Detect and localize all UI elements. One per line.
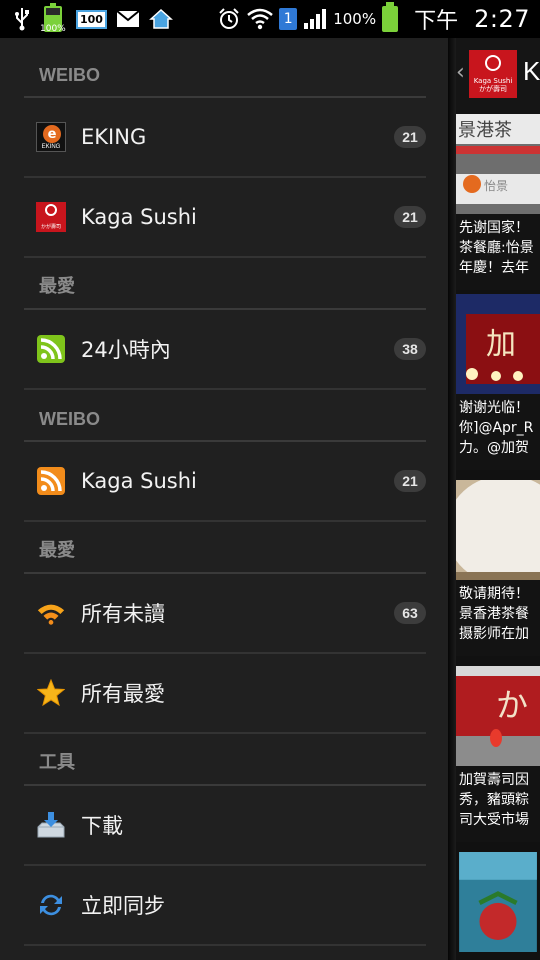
- card-image: 景港茶 怡景: [456, 114, 540, 214]
- section-header-tools: 工具: [24, 734, 426, 786]
- sync-icon: [36, 890, 66, 920]
- section-header-label: 工具: [39, 752, 75, 772]
- card-image: か: [456, 666, 540, 766]
- mail-icon: [116, 11, 139, 27]
- usb-icon: [14, 7, 30, 31]
- svg-text:景港茶: 景港茶: [458, 120, 512, 141]
- feed-content-pane[interactable]: ‹ Kaga Sushi かが壽司 K 景港茶 怡景 先谢国家！ 茶餐廳:怡景 年…: [456, 38, 540, 960]
- card-image: 加: [456, 294, 540, 394]
- drawer-item-eking[interactable]: e EKING EKING 21: [24, 98, 426, 178]
- unread-count-badge: 21: [394, 206, 426, 228]
- drawer-item-download[interactable]: 下載: [24, 786, 426, 866]
- section-header-favorites: 最愛: [24, 258, 426, 310]
- pane-title: K: [523, 56, 540, 86]
- caption-line: 秀，豬頭粽: [459, 792, 529, 808]
- caption-line: 谢谢光临！: [459, 400, 529, 416]
- battery-small-pct: 100%: [40, 24, 66, 34]
- unread-count-badge: 21: [394, 126, 426, 148]
- pane-action-bar: ‹ Kaga Sushi かが壽司 K: [456, 38, 540, 110]
- drawer-item-label: 下載: [81, 814, 123, 838]
- drawer-item-label: EKING: [81, 125, 147, 149]
- section-header-weibo-2: WEIBO: [24, 390, 426, 442]
- caption-line: 茶餐廳:怡景: [459, 240, 534, 256]
- card-caption: 先谢国家！ 茶餐廳:怡景 年慶！去年: [456, 214, 540, 290]
- ampm-label: 下午: [414, 9, 459, 34]
- clock: 2:27: [474, 5, 530, 33]
- drawer-item-label: Kaga Sushi: [81, 469, 197, 493]
- rss-orange-icon: [36, 466, 66, 496]
- home-icon: [149, 8, 173, 30]
- svg-text:か: か: [496, 686, 528, 724]
- drawer-item-label: 24小時內: [81, 338, 171, 362]
- card-caption: 加賀壽司因 秀，豬頭粽 司大受市場: [456, 766, 540, 842]
- alarm-icon: [217, 7, 241, 31]
- drawer-item-label: 立即同步: [81, 894, 165, 918]
- drawer-item-label: 所有最愛: [81, 682, 165, 706]
- drawer-item-all-favorites[interactable]: 所有最愛: [24, 654, 426, 734]
- download-icon: [36, 810, 66, 840]
- drawer-item-kaga-sushi-feed[interactable]: Kaga Sushi 21: [24, 442, 426, 522]
- caption-line: 年慶！去年: [459, 260, 529, 276]
- section-header-label: WEIBO: [39, 409, 100, 429]
- battery-icon: [382, 2, 399, 32]
- hundred-badge-icon: 100: [76, 9, 107, 29]
- section-header-label: 最愛: [39, 540, 75, 560]
- feed-card[interactable]: 景港茶 怡景 先谢国家！ 茶餐廳:怡景 年慶！去年: [456, 114, 540, 294]
- kaga-sushi-logo-icon[interactable]: Kaga Sushi かが壽司: [469, 50, 517, 98]
- unread-count-badge: 63: [394, 602, 426, 624]
- drawer-item-label: Kaga Sushi: [81, 205, 197, 229]
- unread-feed-icon: [36, 598, 66, 628]
- signal-icon: [303, 8, 327, 30]
- caption-line: 先谢国家！: [459, 220, 529, 236]
- rss-green-icon: [36, 334, 66, 364]
- star-icon: [36, 678, 66, 708]
- drawer-shadow: [448, 38, 456, 960]
- svg-text:加: 加: [486, 327, 516, 362]
- navigation-drawer: WEIBO e EKING EKING 21 かが壽司 Kaga Sushi 21…: [0, 38, 448, 960]
- drawer-item-sync-now[interactable]: 立即同步: [24, 866, 426, 946]
- back-chevron-icon[interactable]: ‹: [456, 60, 465, 85]
- section-header-label: 最愛: [39, 276, 75, 296]
- caption-line: 景香港茶餐: [459, 606, 529, 622]
- drawer-item-24-hours[interactable]: 24小時內 38: [24, 310, 426, 390]
- card-image: [456, 480, 540, 580]
- card-caption: 敬请期待！ 景香港茶餐 摄影师在加: [456, 580, 540, 656]
- status-bar: 100% 100 1 100% 下午 2:27: [0, 0, 540, 38]
- feed-card[interactable]: か 加賀壽司因 秀，豬頭粽 司大受市場: [456, 666, 540, 846]
- drawer-item-all-unread[interactable]: 所有未讀 63: [24, 574, 426, 654]
- unread-count-badge: 38: [394, 338, 426, 360]
- drawer-item-kaga-sushi[interactable]: かが壽司 Kaga Sushi 21: [24, 178, 426, 258]
- section-header-favorites-2: 最愛: [24, 522, 426, 574]
- battery-saver-icon: 100%: [40, 3, 66, 34]
- svg-text:怡景: 怡景: [484, 179, 508, 193]
- caption-line: 敬请期待！: [459, 586, 529, 602]
- wifi-icon: [247, 8, 273, 30]
- drawer-item-label: 所有未讀: [81, 602, 165, 626]
- eking-logo-icon: e EKING: [36, 122, 66, 152]
- card-image: [459, 852, 537, 952]
- sim-indicator: 1: [279, 8, 298, 30]
- card-caption: 谢谢光临！ 你]@Apr_R 力。@加贺: [456, 394, 540, 470]
- caption-line: 加賀壽司因: [459, 772, 529, 788]
- caption-line: 你]@Apr_R: [459, 420, 534, 436]
- unread-count-badge: 21: [394, 470, 426, 492]
- caption-line: 摄影师在加: [459, 626, 529, 642]
- section-header-weibo: WEIBO: [24, 38, 426, 98]
- feed-card[interactable]: 敬请期待！ 景香港茶餐 摄影师在加: [456, 480, 540, 660]
- caption-line: 司大受市場: [459, 812, 529, 828]
- section-header-label: WEIBO: [39, 65, 100, 85]
- feed-card[interactable]: 加 谢谢光临！ 你]@Apr_R 力。@加贺: [456, 294, 540, 474]
- kaga-sushi-logo-icon: かが壽司: [36, 202, 66, 232]
- caption-line: 力。@加贺: [459, 440, 529, 456]
- battery-percentage: 100%: [333, 10, 377, 28]
- feed-card[interactable]: [456, 852, 540, 960]
